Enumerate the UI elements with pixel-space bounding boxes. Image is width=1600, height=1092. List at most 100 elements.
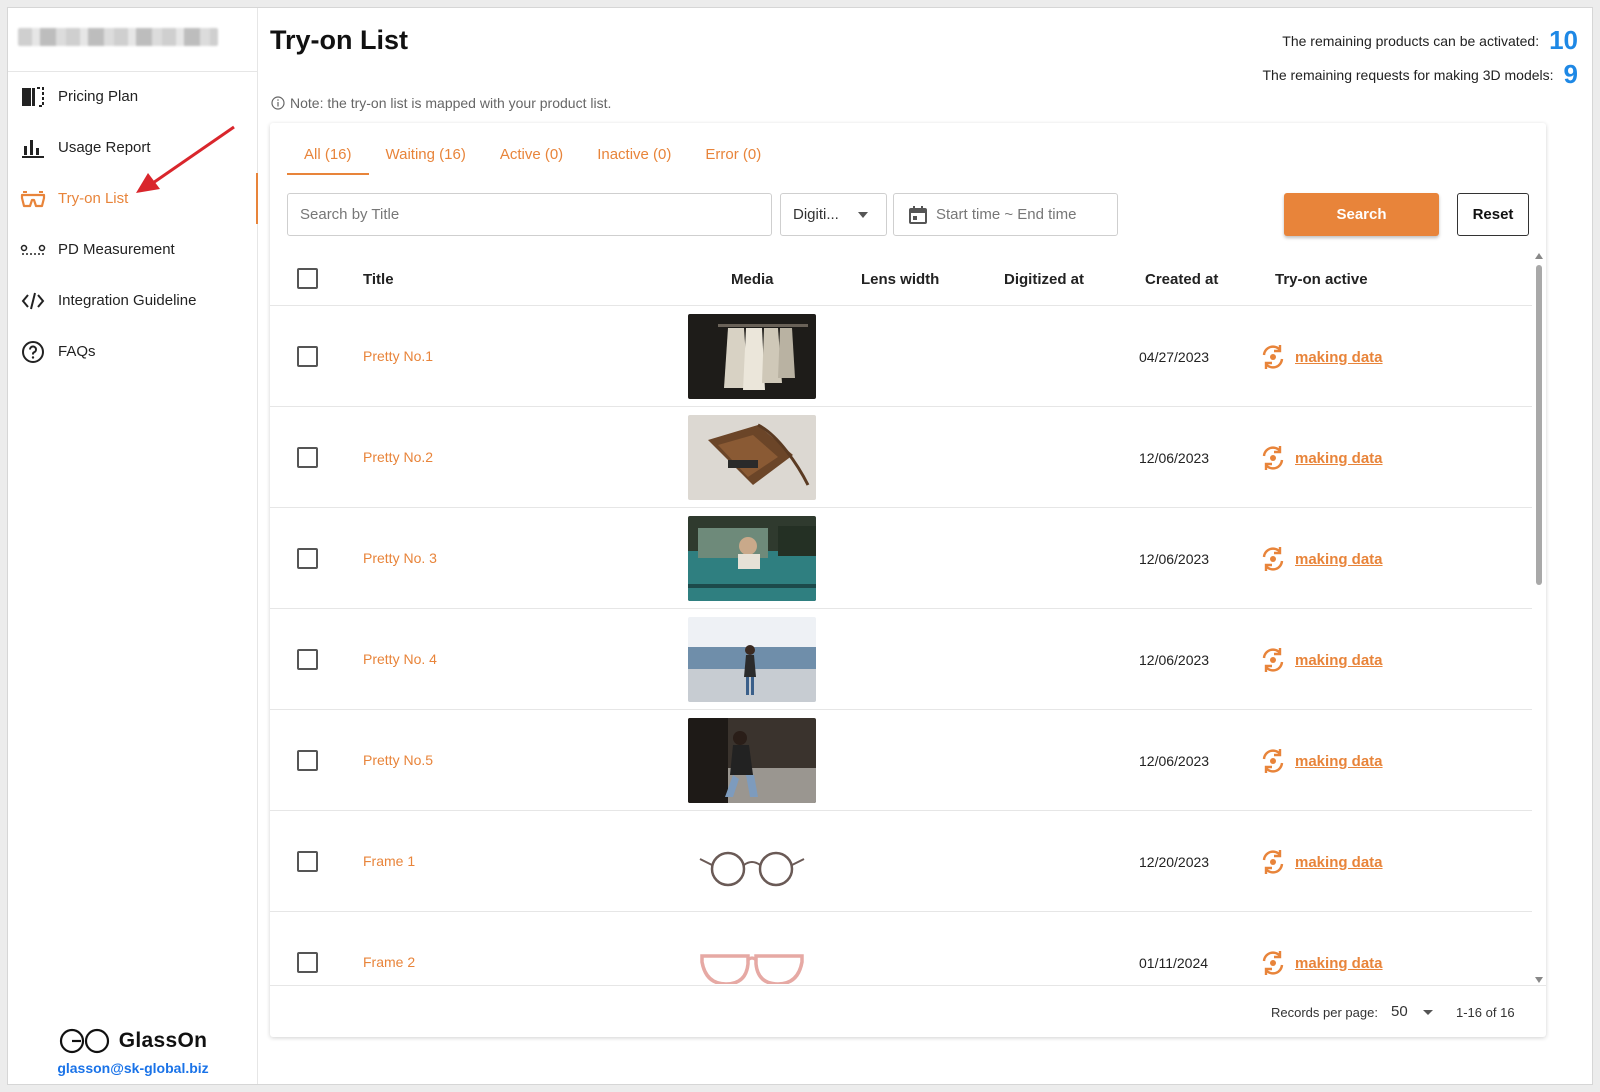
try-on-status[interactable]: making data [1259, 848, 1383, 876]
sidebar-item-pricing-plan[interactable]: Pricing Plan [8, 71, 258, 122]
media-thumbnail[interactable] [688, 819, 816, 904]
status-text: making data [1295, 954, 1383, 972]
table-row: Frame 1 12/20/2023 making data [270, 811, 1532, 912]
sidebar-item-label: Pricing Plan [58, 88, 139, 105]
row-checkbox[interactable] [297, 346, 318, 367]
account-name-blurred [18, 28, 218, 46]
media-thumbnail[interactable] [688, 415, 816, 500]
reset-button[interactable]: Reset [1457, 193, 1529, 236]
tab-all[interactable]: All (16) [287, 141, 369, 175]
status-text: making data [1295, 651, 1383, 669]
date-range-picker[interactable]: Start time ~ End time [893, 193, 1118, 236]
product-title-link[interactable]: Frame 2 [363, 954, 415, 970]
sidebar-item-faqs[interactable]: FAQs [8, 326, 258, 377]
row-checkbox[interactable] [297, 548, 318, 569]
tab-error[interactable]: Error (0) [688, 141, 778, 175]
clothes-rack-photo [688, 314, 816, 399]
scroll-thumb[interactable] [1536, 265, 1542, 585]
try-on-status[interactable]: making data [1259, 646, 1383, 674]
search-button[interactable]: Search [1284, 193, 1439, 236]
table-header: Title Media Lens width Digitized at Crea… [270, 253, 1532, 306]
brand-name: GlassOn [118, 1029, 208, 1052]
media-thumbnail[interactable] [688, 516, 816, 601]
search-input[interactable] [287, 193, 772, 236]
table-row: Pretty No. 4 12/06/2023 making data [270, 609, 1532, 710]
sync-icon [1262, 648, 1284, 672]
chevron-down-icon[interactable] [1423, 1010, 1433, 1015]
try-on-status[interactable]: making data [1259, 545, 1383, 573]
created-at: 01/11/2024 [1139, 955, 1209, 971]
table-row: Pretty No.1 04/27/2023 making data [270, 306, 1532, 407]
column-try-on-active[interactable]: Try-on active [1275, 271, 1368, 288]
column-media: Media [731, 271, 774, 288]
column-digitized-at[interactable]: Digitized at [1004, 271, 1084, 288]
row-checkbox[interactable] [297, 649, 318, 670]
row-checkbox[interactable] [297, 952, 318, 973]
try-on-list-card: All (16) Waiting (16) Active (0) Inactiv… [270, 123, 1546, 1037]
media-thumbnail[interactable] [688, 617, 816, 702]
table-row: Frame 2 01/11/2024 making data [270, 912, 1532, 984]
select-all-checkbox[interactable] [297, 268, 318, 289]
try-on-status[interactable]: making data [1259, 343, 1383, 371]
product-title-link[interactable]: Frame 1 [363, 853, 415, 869]
table-pagination: Records per page: 50 1-16 of 16 [270, 985, 1546, 1037]
product-title-link[interactable]: Pretty No. 3 [363, 550, 437, 566]
try-on-status[interactable]: making data [1259, 949, 1383, 977]
round-glasses-photo [688, 819, 816, 904]
tab-waiting[interactable]: Waiting (16) [369, 141, 483, 175]
status-text: making data [1295, 348, 1383, 366]
tab-inactive[interactable]: Inactive (0) [580, 141, 688, 175]
media-thumbnail[interactable] [688, 718, 816, 803]
scroll-down-icon[interactable] [1535, 977, 1543, 983]
sidebar-item-pd-measurement[interactable]: PD Measurement [8, 224, 258, 275]
note-text: Note: the try-on list is mapped with you… [290, 95, 612, 111]
remaining-products-label: The remaining products can be activated: [1282, 32, 1540, 49]
pink-glasses-photo [688, 920, 816, 984]
status-tabs: All (16) Waiting (16) Active (0) Inactiv… [287, 141, 778, 175]
created-at: 04/27/2023 [1139, 349, 1210, 365]
try-on-status[interactable]: making data [1259, 444, 1383, 472]
app-window: Pricing Plan Usage Report Try-on List PD… [7, 7, 1593, 1085]
media-thumbnail[interactable] [688, 314, 816, 399]
leather-bag-photo [688, 415, 816, 500]
row-checkbox[interactable] [297, 447, 318, 468]
main-content: Try-on List The remaining products can b… [259, 8, 1592, 1084]
tab-active[interactable]: Active (0) [483, 141, 580, 175]
scroll-up-icon[interactable] [1535, 253, 1543, 259]
table-row: Pretty No.5 12/06/2023 making data [270, 710, 1532, 811]
remaining-products: The remaining products can be activated:… [1282, 25, 1578, 56]
media-thumbnail[interactable] [688, 920, 816, 984]
remaining-products-count: 10 [1549, 25, 1578, 55]
sync-icon [1262, 951, 1284, 975]
product-title-link[interactable]: Pretty No. 4 [363, 651, 437, 667]
created-at: 12/06/2023 [1139, 652, 1210, 668]
support-email-link[interactable]: glasson@sk-global.biz [8, 1060, 258, 1076]
calendar-icon [909, 205, 927, 224]
column-lens-width[interactable]: Lens width [861, 271, 939, 288]
try-on-status[interactable]: making data [1259, 747, 1383, 775]
woman-standing-photo [688, 617, 816, 702]
pricing-plan-icon [20, 84, 46, 110]
sidebar: Pricing Plan Usage Report Try-on List PD… [8, 8, 258, 1084]
sync-icon [1262, 749, 1284, 773]
sync-icon [1262, 446, 1284, 470]
row-checkbox[interactable] [297, 750, 318, 771]
column-title[interactable]: Title [363, 271, 394, 288]
product-title-link[interactable]: Pretty No.2 [363, 449, 433, 465]
sync-icon [1262, 850, 1284, 874]
records-per-page-select[interactable]: 50 [1391, 1003, 1408, 1020]
table-scrollbar[interactable] [1534, 253, 1544, 983]
product-title-link[interactable]: Pretty No.5 [363, 752, 433, 768]
row-checkbox[interactable] [297, 851, 318, 872]
sidebar-item-integration-guideline[interactable]: Integration Guideline [8, 275, 258, 326]
mapping-note: Note: the try-on list is mapped with you… [271, 95, 611, 111]
page-title: Try-on List [270, 25, 409, 55]
sidebar-nav: Pricing Plan Usage Report Try-on List PD… [8, 71, 258, 377]
status-text: making data [1295, 853, 1383, 871]
remaining-requests: The remaining requests for making 3D mod… [1263, 59, 1579, 90]
column-created-at[interactable]: Created at [1145, 271, 1218, 288]
date-type-select[interactable]: Digiti... [780, 193, 887, 236]
woman-in-truck-photo [688, 516, 816, 601]
pagination-range: 1-16 of 16 [1456, 1005, 1515, 1020]
product-title-link[interactable]: Pretty No.1 [363, 348, 433, 364]
